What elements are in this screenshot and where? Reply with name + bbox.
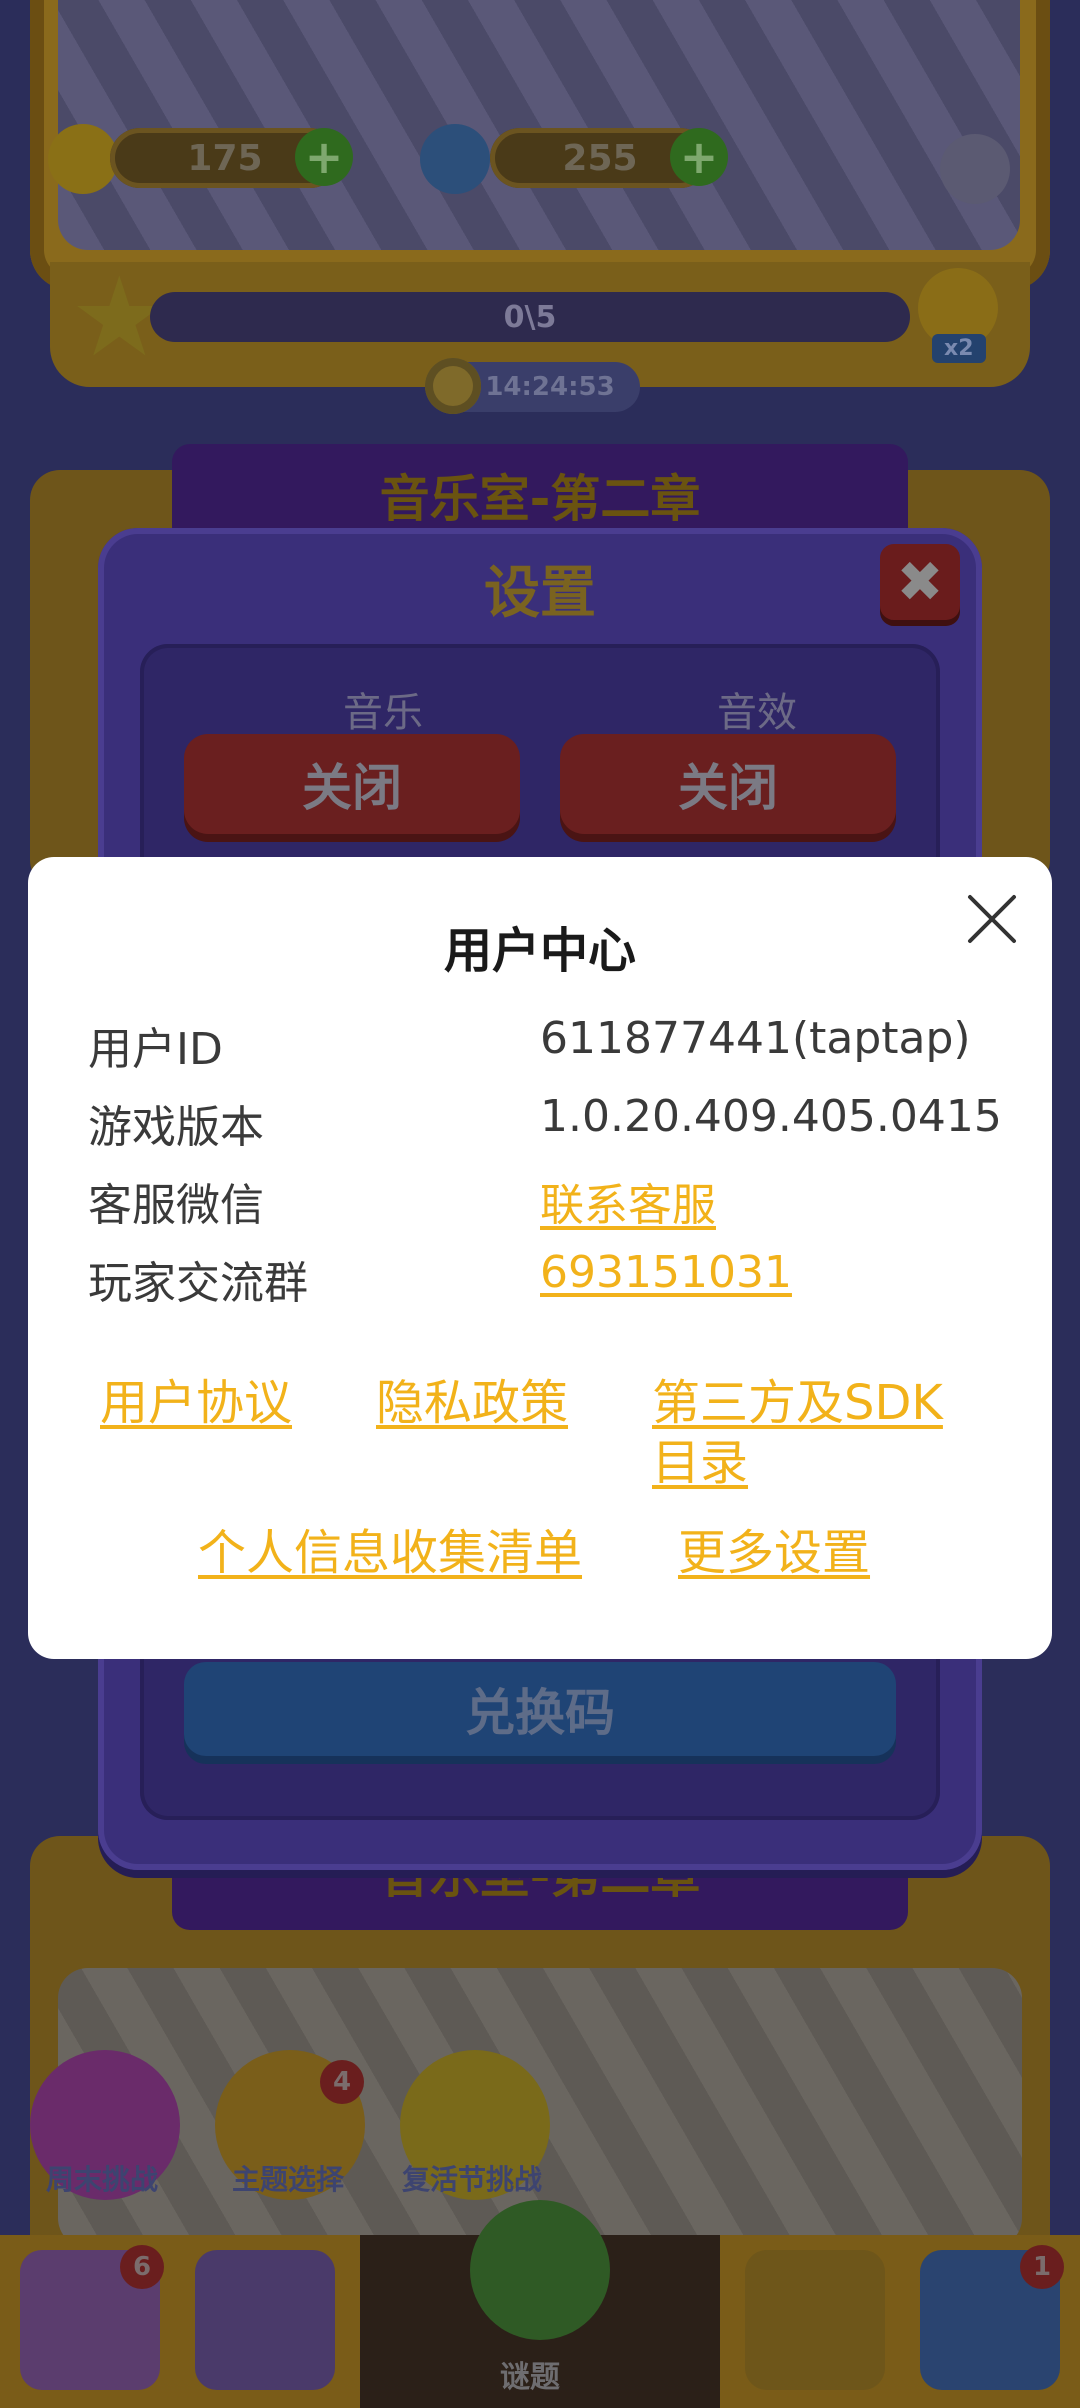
third-party-sdk-link-line1[interactable]: 第三方及SDK [652,1375,943,1431]
third-party-sdk-link-line2[interactable]: 目录 [652,1435,748,1491]
privacy-policy-link[interactable]: 隐私政策 [376,1373,568,1433]
add-currency-1-button[interactable]: + [295,128,353,186]
game-version-label: 游戏版本 [88,1102,264,1153]
avatar-icon[interactable] [420,124,490,194]
settings-title: 设置 [484,561,596,626]
user-center-modal: 用户中心 用户ID 611877441(taptap) 游戏版本 1.0.20.… [28,857,1052,1659]
contact-support-link[interactable]: 联系客服 [540,1169,716,1233]
easter-challenge-label[interactable]: 复活节挑战 [402,2158,542,2198]
nav-badge-left: 6 [120,2245,164,2289]
puzzle-board [58,0,1020,250]
weekend-challenge-label[interactable]: 周末挑战 [46,2158,158,2198]
nav-puzzle-pieces-icon[interactable] [195,2250,335,2390]
game-version-value: 1.0.20.409.405.0415 [540,1091,1002,1142]
star-coin-icon [48,124,118,194]
nav-center-label[interactable]: 谜题 [500,2352,560,2396]
music-toggle-button[interactable]: 关闭 [184,734,520,834]
support-wechat-label: 客服微信 [88,1180,264,1231]
personal-info-list-link[interactable]: 个人信息收集清单 [198,1523,582,1583]
user-id-label: 用户ID [88,1024,223,1075]
add-currency-2-button[interactable]: + [670,128,728,186]
theme-select-label[interactable]: 主题选择 [232,2158,344,2198]
player-group-label: 玩家交流群 [88,1258,308,1309]
redeem-code-button[interactable]: 兑换码 [184,1662,896,1756]
gear-icon[interactable] [940,134,1010,204]
play-icon[interactable] [470,2200,610,2340]
clock-icon [425,358,481,414]
third-party-sdk-link[interactable]: 第三方及SDK 目录 [652,1373,943,1493]
music-label: 音乐 [343,690,423,736]
star-progress-bar: 0\5 [150,292,910,342]
nav-badge-right: 1 [1020,2245,1064,2289]
nav-star-icon[interactable] [745,2250,885,2390]
modal-title: 用户中心 [443,923,636,979]
user-id-value: 611877441(taptap) [540,1013,971,1064]
sfx-toggle-button[interactable]: 关闭 [560,734,896,834]
multiplier-label: x2 [932,334,986,363]
player-group-link[interactable]: 693151031 [540,1247,792,1298]
user-agreement-link[interactable]: 用户协议 [100,1373,292,1433]
close-icon[interactable] [964,891,1020,947]
more-settings-link[interactable]: 更多设置 [678,1523,870,1583]
sfx-label: 音效 [717,690,797,736]
settings-close-button[interactable]: ✖ [880,544,960,620]
theme-badge: 4 [320,2060,364,2104]
